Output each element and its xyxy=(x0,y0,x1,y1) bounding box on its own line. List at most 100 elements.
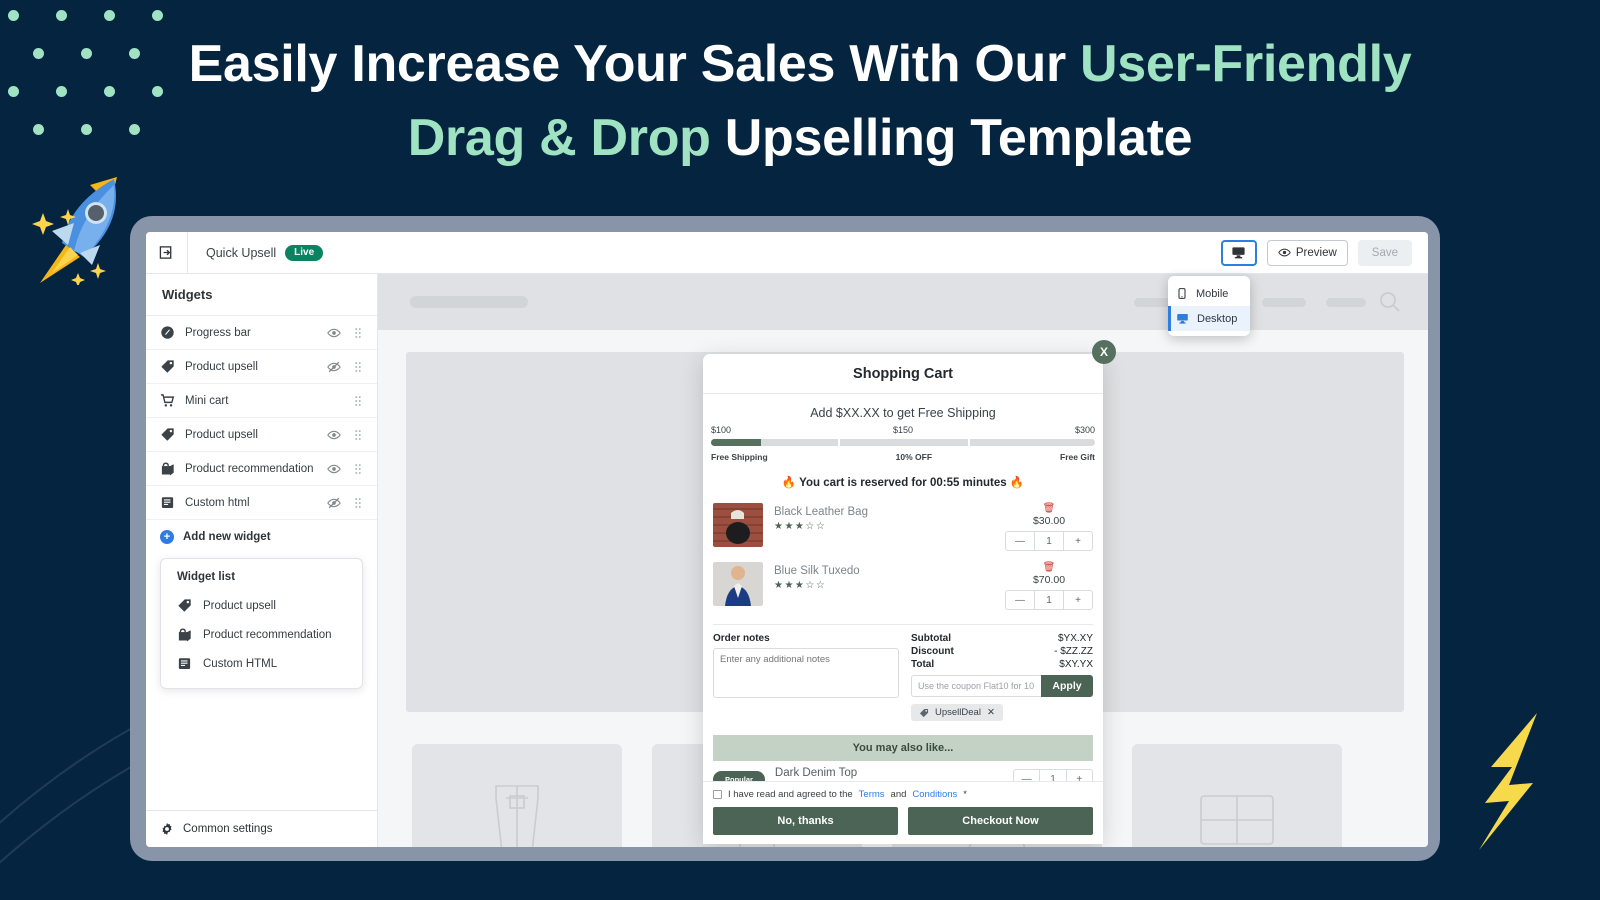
eye-icon[interactable] xyxy=(327,462,341,476)
widget-row[interactable]: Mini cart xyxy=(146,384,377,418)
skeleton-product-card xyxy=(1132,744,1342,847)
drag-handle-icon[interactable] xyxy=(351,462,365,476)
save-button[interactable]: Save xyxy=(1357,239,1412,266)
applied-coupon-chip[interactable]: UpsellDeal ✕ xyxy=(911,704,1003,721)
close-icon[interactable]: X xyxy=(1092,340,1116,364)
headline-line2-plain: Upselling Template xyxy=(724,108,1193,167)
widget-list: Progress bar Product upsell Mini cart Pr… xyxy=(146,316,377,810)
drag-handle-icon[interactable] xyxy=(351,326,365,340)
device-selector-button[interactable] xyxy=(1220,239,1257,266)
widget-list-popup: Widget list Product upsell Product recom… xyxy=(160,558,363,689)
quantity-stepper[interactable]: — 1 + xyxy=(1005,531,1093,551)
widget-list-option[interactable]: Product recommendation xyxy=(161,620,362,649)
terms-checkbox[interactable] xyxy=(713,790,722,799)
headline-line1-accent: User-Friendly xyxy=(1080,35,1412,93)
rating-stars: ★★★☆☆ xyxy=(774,521,827,532)
tag-icon xyxy=(161,360,174,373)
remove-item-icon[interactable]: 🗑 xyxy=(1005,503,1093,514)
decrement-button[interactable]: — xyxy=(1006,532,1034,550)
increment-button[interactable]: + xyxy=(1064,532,1092,550)
speedometer-icon xyxy=(160,325,175,340)
common-settings-button[interactable]: Common settings xyxy=(146,810,377,847)
recommendation-details: Dark Denim Top $54.00 $60.00 xyxy=(775,767,1003,782)
tag-icon xyxy=(178,599,191,612)
drag-handle-icon[interactable] xyxy=(351,360,365,374)
decrement-button[interactable]: — xyxy=(1014,770,1039,782)
widget-list-option[interactable]: Product upsell xyxy=(161,591,362,620)
recommendations-title: You may also like... xyxy=(713,734,1093,761)
drag-handle-icon[interactable] xyxy=(351,326,365,340)
dot xyxy=(152,10,163,21)
widget-row[interactable]: Custom html xyxy=(146,486,377,520)
preview-label: Preview xyxy=(1295,246,1337,259)
visibility-toggle[interactable] xyxy=(327,428,341,442)
eye-off-icon[interactable] xyxy=(327,360,341,374)
increment-button[interactable]: + xyxy=(1064,591,1092,609)
decrement-button[interactable]: — xyxy=(1006,591,1034,609)
tag-icon xyxy=(919,708,929,717)
totals-section: Subtotal $YX.XY Discount - $ZZ.ZZ Total … xyxy=(911,633,1093,723)
quantity-stepper[interactable]: — 1 + xyxy=(1005,590,1093,610)
mobile-icon xyxy=(1178,288,1186,299)
drag-handle-icon[interactable] xyxy=(351,462,365,476)
widget-row[interactable]: Product recommendation xyxy=(146,452,377,486)
milestone-value: $150 xyxy=(892,425,914,435)
milestone-value: $100 xyxy=(711,425,732,435)
checkout-button[interactable]: Checkout Now xyxy=(908,807,1093,835)
eye-icon[interactable] xyxy=(327,326,341,340)
visibility-toggle[interactable] xyxy=(327,462,341,476)
total-row: Discount - $ZZ.ZZ xyxy=(911,646,1093,657)
order-notes-input[interactable] xyxy=(713,648,899,698)
coupon-row: Use the coupon Flat10 for 10 Apply xyxy=(911,675,1093,697)
preview-button[interactable]: Preview xyxy=(1266,239,1348,266)
quantity-value[interactable]: 1 xyxy=(1039,770,1067,781)
widget-list-option[interactable]: Custom HTML xyxy=(161,649,362,678)
drag-handle-icon[interactable] xyxy=(351,496,365,510)
add-new-widget-label: Add new widget xyxy=(183,531,271,543)
device-option-desktop[interactable]: Desktop xyxy=(1168,306,1250,331)
terms-and: and xyxy=(890,789,907,800)
desktop-icon xyxy=(1177,314,1188,324)
skeleton-logo xyxy=(410,296,528,308)
apply-coupon-button[interactable]: Apply xyxy=(1041,675,1093,697)
visibility-toggle[interactable] xyxy=(327,326,341,340)
widget-list-option-label: Custom HTML xyxy=(203,657,278,670)
milestone-value: $300 xyxy=(1074,425,1095,435)
decline-button[interactable]: No, thanks xyxy=(713,807,898,835)
bag-tag-icon xyxy=(177,627,192,642)
widget-row[interactable]: Product upsell xyxy=(146,350,377,384)
eye-icon[interactable] xyxy=(327,428,341,442)
terms-link[interactable]: Terms xyxy=(859,789,885,800)
widget-row[interactable]: Product upsell xyxy=(146,418,377,452)
increment-button[interactable]: + xyxy=(1067,770,1092,782)
recommendation-quantity-stepper[interactable]: — 1 + xyxy=(1013,769,1093,781)
skeleton-nav-link xyxy=(1262,298,1306,307)
remove-item-icon[interactable]: 🗑 xyxy=(1005,562,1093,573)
device-option-mobile[interactable]: Mobile xyxy=(1168,281,1250,306)
add-new-widget-button[interactable]: + Add new widget xyxy=(146,520,377,554)
total-label: Discount xyxy=(911,646,954,657)
conditions-link[interactable]: Conditions xyxy=(912,789,957,800)
total-value: - $ZZ.ZZ xyxy=(1054,646,1093,657)
quantity-value[interactable]: 1 xyxy=(1034,532,1064,550)
remove-coupon-icon[interactable]: ✕ xyxy=(987,707,995,718)
speedometer-icon xyxy=(161,326,174,339)
drag-handle-icon[interactable] xyxy=(351,394,365,408)
widget-row[interactable]: Progress bar xyxy=(146,316,377,350)
device-dropdown-menu[interactable]: Mobile Desktop xyxy=(1168,276,1250,336)
html-icon xyxy=(161,497,174,508)
drag-handle-icon[interactable] xyxy=(351,360,365,374)
quantity-value[interactable]: 1 xyxy=(1034,591,1064,609)
cart-footer-buttons: No, thanks Checkout Now xyxy=(713,807,1093,835)
visibility-toggle[interactable] xyxy=(327,360,341,374)
visibility-toggle[interactable] xyxy=(327,496,341,510)
drag-handle-icon[interactable] xyxy=(351,428,365,442)
coupon-input[interactable]: Use the coupon Flat10 for 10 xyxy=(911,675,1041,697)
drag-handle-icon[interactable] xyxy=(351,496,365,510)
drag-handle-icon[interactable] xyxy=(351,428,365,442)
skeleton-product-card xyxy=(412,744,622,847)
drag-handle-icon[interactable] xyxy=(351,394,365,408)
eye-off-icon[interactable] xyxy=(327,496,341,510)
exit-icon[interactable] xyxy=(146,232,188,273)
app-title: Quick Upsell xyxy=(206,245,277,260)
